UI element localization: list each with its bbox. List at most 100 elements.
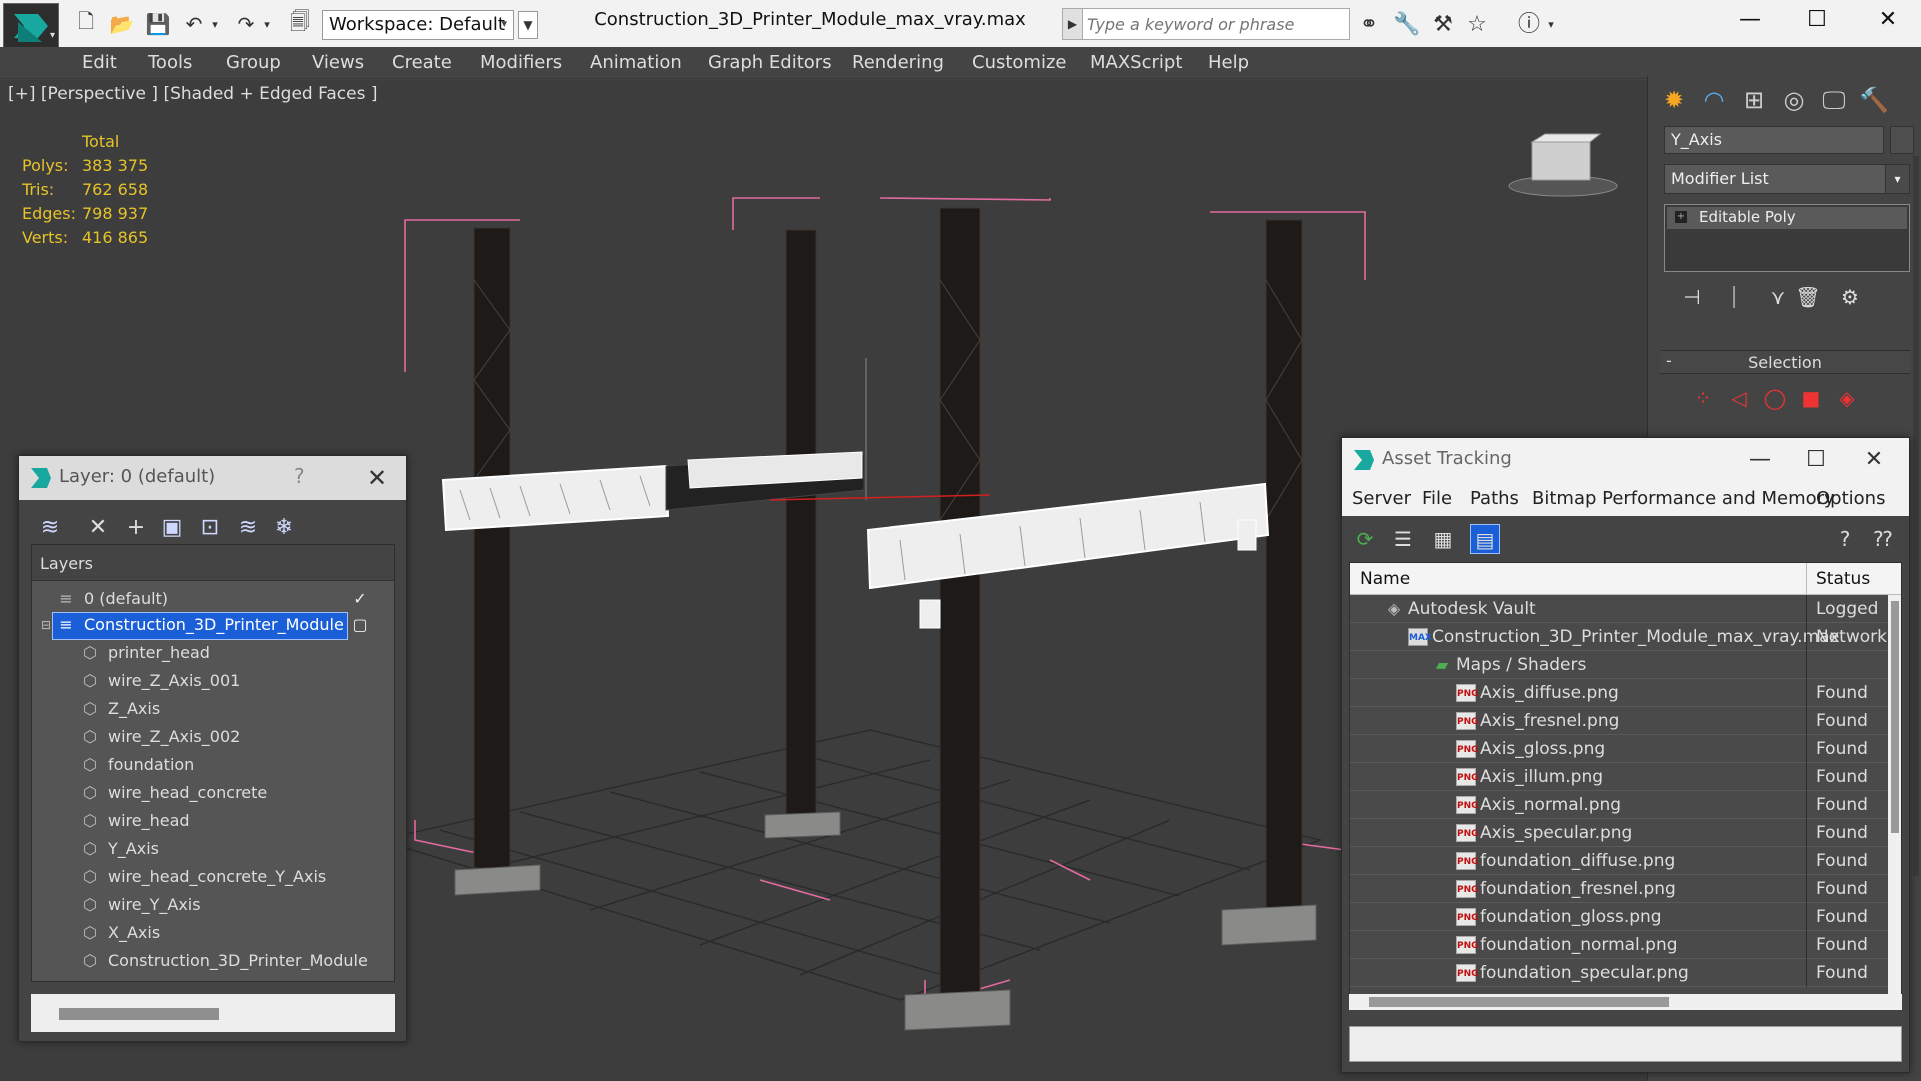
asset-vertical-scrollbar[interactable] bbox=[1888, 595, 1901, 1007]
undo-icon[interactable]: ↶ bbox=[180, 10, 208, 38]
menu-modifiers[interactable]: Modifiers bbox=[476, 50, 566, 76]
asset-row[interactable]: PNG Axis_diffuse.png Found bbox=[1350, 679, 1901, 707]
polygon-selection-icon[interactable]: ■ bbox=[1796, 386, 1826, 412]
highlight-layer-icon[interactable]: ⊡ bbox=[193, 511, 227, 545]
table-view-icon[interactable]: ▤ bbox=[1470, 524, 1500, 554]
asset-row[interactable]: PNG Axis_normal.png Found bbox=[1350, 791, 1901, 819]
layer-column-header[interactable]: Layers bbox=[32, 545, 394, 581]
menu-rendering[interactable]: Rendering bbox=[848, 50, 948, 76]
layer-object-row[interactable]: ⬡ wire_Y_Axis bbox=[32, 891, 394, 919]
layer-dialog-title-bar[interactable]: Layer: 0 (default) ? ✕ bbox=[19, 456, 406, 500]
menu-edit[interactable]: Edit bbox=[78, 50, 121, 76]
layer-object-row[interactable]: ⬡ Z_Axis bbox=[32, 695, 394, 723]
layer-object-row[interactable]: ⬡ wire_head_concrete_Y_Axis bbox=[32, 863, 394, 891]
add-to-layer-icon[interactable]: + bbox=[119, 511, 153, 545]
minimize-icon[interactable]: — bbox=[1735, 442, 1785, 478]
layer-row-selected[interactable]: ⊟ ≡ Construction_3D_Printer_Module ▢ bbox=[32, 611, 394, 640]
scrollbar-thumb[interactable] bbox=[59, 1008, 219, 1020]
vertex-selection-icon[interactable]: ⁘ bbox=[1688, 386, 1718, 412]
key-tools-icon[interactable]: 🔧 bbox=[1392, 10, 1422, 40]
modifier-list-dropdown[interactable]: Modifier List ▾ bbox=[1664, 164, 1910, 194]
modify-tab-icon[interactable]: ◠ bbox=[1694, 82, 1734, 118]
asset-dialog-title-bar[interactable]: Asset Tracking — ☐ ✕ bbox=[1342, 438, 1909, 482]
layer-object-row[interactable]: ⬡ Y_Axis bbox=[32, 835, 394, 863]
viewport-label[interactable]: [+] [Perspective ] [Shaded + Edged Faces… bbox=[8, 84, 377, 104]
hide-layers-icon[interactable]: ≋ bbox=[231, 511, 265, 545]
close-icon[interactable]: ✕ bbox=[1849, 442, 1899, 478]
menu-help[interactable]: Help bbox=[1204, 50, 1253, 76]
checkmark-icon[interactable]: ✓ bbox=[350, 589, 370, 609]
layer-object-row[interactable]: ⬡ wire_Z_Axis_001 bbox=[32, 667, 394, 695]
maximize-icon[interactable]: ☐ bbox=[1791, 442, 1841, 478]
project-folder-icon[interactable]: 🗐 bbox=[286, 9, 314, 38]
layer-row[interactable]: ≡ 0 (default) ✓ bbox=[32, 585, 394, 613]
list-view-icon[interactable]: ☰ bbox=[1388, 524, 1418, 554]
asset-row[interactable]: PNG foundation_normal.png Found bbox=[1350, 931, 1901, 959]
save-file-icon[interactable]: 💾 bbox=[144, 10, 172, 38]
element-selection-icon[interactable]: ◈ bbox=[1832, 386, 1862, 412]
menu-customize[interactable]: Customize bbox=[968, 50, 1070, 76]
scrollbar-thumb[interactable] bbox=[1891, 601, 1899, 833]
search-input[interactable] bbox=[1085, 11, 1347, 37]
help-dropdown-icon[interactable]: ▾ bbox=[1544, 10, 1558, 40]
motion-tab-icon[interactable]: ◎ bbox=[1774, 82, 1814, 118]
refresh-icon[interactable]: ⟳ bbox=[1350, 524, 1380, 554]
asset-row[interactable]: PNG Axis_gloss.png Found bbox=[1350, 735, 1901, 763]
redo-dropdown-icon[interactable]: ▾ bbox=[260, 10, 274, 38]
object-color-swatch[interactable] bbox=[1890, 126, 1914, 154]
selection-rollout-header[interactable]: - Selection bbox=[1660, 350, 1910, 374]
menu-animation[interactable]: Animation bbox=[586, 50, 686, 76]
help-icon[interactable]: ? bbox=[294, 464, 305, 488]
menu-group[interactable]: Group bbox=[222, 50, 285, 76]
select-objects-icon[interactable]: ▣ bbox=[155, 511, 189, 545]
column-separator[interactable] bbox=[1806, 563, 1807, 595]
binoculars-icon[interactable]: ⚭ bbox=[1354, 10, 1384, 40]
layer-object-row[interactable]: ⬡ wire_head_concrete bbox=[32, 779, 394, 807]
expand-icon[interactable]: + bbox=[1675, 211, 1687, 223]
layer-object-row[interactable]: ⬡ printer_head bbox=[32, 639, 394, 667]
object-name-field[interactable]: Y_Axis bbox=[1664, 126, 1884, 154]
asset-row[interactable]: PNG Axis_specular.png Found bbox=[1350, 819, 1901, 847]
asset-path-field[interactable] bbox=[1349, 1026, 1902, 1062]
help-icon[interactable]: ? bbox=[1830, 524, 1860, 554]
layer-horizontal-scrollbar[interactable] bbox=[31, 994, 395, 1032]
layer-object-row[interactable]: ⬡ foundation bbox=[32, 751, 394, 779]
utilities-tab-icon[interactable]: 🔨 bbox=[1854, 82, 1894, 118]
delete-layer-icon[interactable]: ✕ bbox=[81, 511, 115, 545]
asset-row[interactable]: ◈ Autodesk Vault Logged bbox=[1350, 595, 1901, 623]
asset-table[interactable]: Name Status ◈ Autodesk Vault Logged MAX … bbox=[1349, 562, 1902, 1010]
asset-column-header[interactable]: Name Status bbox=[1350, 563, 1901, 595]
workspace-dropdown[interactable]: Workspace: Default ▾ bbox=[322, 10, 514, 40]
communication-center-icon[interactable]: ⚒ bbox=[1428, 10, 1458, 40]
open-file-icon[interactable]: 📂 bbox=[108, 10, 136, 38]
modifier-stack[interactable]: + Editable Poly bbox=[1664, 204, 1910, 272]
menu-tools[interactable]: Tools bbox=[144, 50, 196, 76]
asset-horizontal-scrollbar[interactable] bbox=[1349, 994, 1902, 1010]
undo-dropdown-icon[interactable]: ▾ bbox=[208, 10, 222, 38]
help-icon[interactable]: ⓘ bbox=[1514, 10, 1544, 40]
maximize-icon[interactable]: ☐ bbox=[1787, 2, 1847, 38]
menu-create[interactable]: Create bbox=[388, 50, 456, 76]
pin-stack-icon[interactable]: ⊣ bbox=[1676, 282, 1708, 312]
asset-row[interactable]: PNG foundation_fresnel.png Found bbox=[1350, 875, 1901, 903]
layer-object-row[interactable]: ⬡ wire_head bbox=[32, 807, 394, 835]
freeze-layers-icon[interactable]: ❄ bbox=[267, 511, 301, 545]
thumbnail-view-icon[interactable]: ▦ bbox=[1428, 524, 1458, 554]
scrollbar-thumb[interactable] bbox=[1369, 997, 1669, 1007]
asset-menu-paths[interactable]: Paths bbox=[1470, 488, 1519, 509]
asset-row[interactable]: PNG foundation_gloss.png Found bbox=[1350, 903, 1901, 931]
display-tab-icon[interactable]: 🖵 bbox=[1814, 82, 1854, 118]
menu-graph-editors[interactable]: Graph Editors bbox=[704, 50, 836, 76]
close-icon[interactable]: ✕ bbox=[359, 460, 395, 496]
asset-row[interactable]: ▰ Maps / Shaders bbox=[1350, 651, 1901, 679]
edge-selection-icon[interactable]: ◁ bbox=[1724, 386, 1754, 412]
minimize-icon[interactable]: — bbox=[1720, 2, 1780, 38]
menu-views[interactable]: Views bbox=[308, 50, 368, 76]
remove-modifier-icon[interactable]: 🗑 bbox=[1792, 282, 1824, 312]
asset-menu-options[interactable]: Options bbox=[1816, 488, 1885, 509]
make-unique-icon[interactable]: ⋎ bbox=[1762, 282, 1794, 312]
favorites-star-icon[interactable]: ☆ bbox=[1462, 10, 1492, 40]
redo-icon[interactable]: ↷ bbox=[232, 10, 260, 38]
asset-menu-file[interactable]: File bbox=[1422, 488, 1452, 509]
context-help-icon[interactable]: ⁇ bbox=[1868, 524, 1898, 554]
